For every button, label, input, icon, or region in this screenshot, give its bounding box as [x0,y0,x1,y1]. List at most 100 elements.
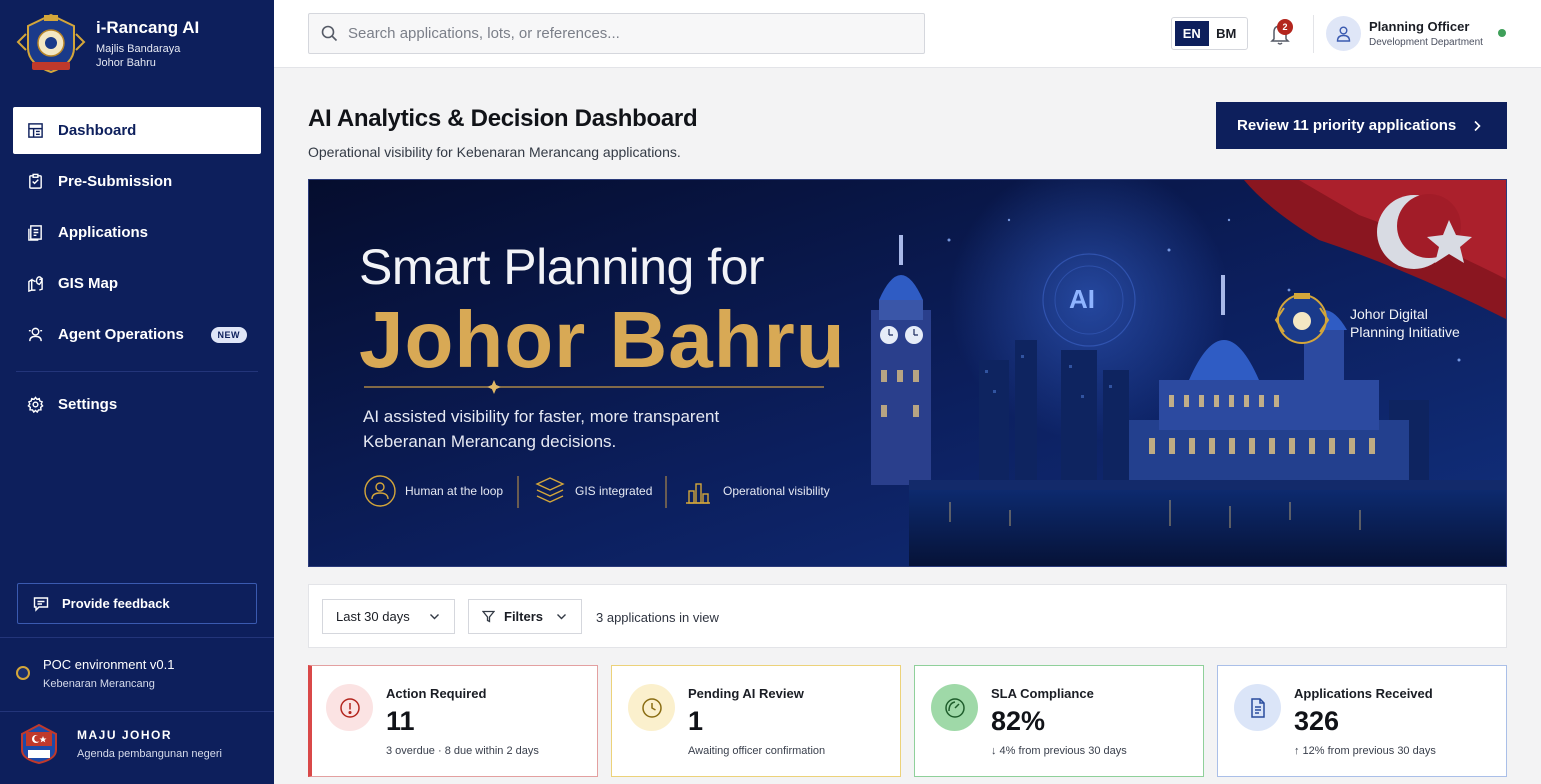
new-badge: NEW [210,326,247,343]
review-priority-label: Review 11 priority applications [1237,117,1457,134]
kpi-value: 82% [991,706,1046,736]
kpi-note: ↑ 12% from previous 30 days [1294,745,1436,757]
gauge-icon [944,697,965,718]
bar-chart-icon [686,483,710,504]
gis-layers-icon [535,477,565,503]
agent-icon [28,327,43,342]
sidebar-item-label: Pre-Submission [58,173,173,190]
app-title: i-Rancang AI [96,18,200,37]
alert-icon [339,697,360,718]
sidebar-item-applications[interactable]: Applications [13,209,261,256]
maju-subtitle: Agenda pembangunan negeri [77,748,222,760]
dashboard-icon [28,123,43,138]
kpi-icon-wrap [1234,684,1281,731]
kpi-card-applications-received[interactable]: Applications Received 326 ↑ 12% from pre… [1217,665,1507,777]
human-loop-icon [364,475,396,507]
org-name-line2: Johor Bahru [96,57,156,69]
environment-title: POC environment v0.1 [43,657,175,672]
kpi-icon-wrap [931,684,978,731]
environment-status-icon [16,666,30,680]
user-name: Planning Officer [1369,19,1470,34]
page-title: AI Analytics & Decision Dashboard [308,105,698,132]
sidebar-divider [0,637,274,638]
maju-johor-logo [21,724,57,764]
banner-headline-line1: Smart Planning for [359,239,765,295]
feature-human-loop: Human at the loop [363,474,503,508]
top-bar: EN BM 2 Planning Officer Development Dep… [274,0,1541,68]
kpi-icon-wrap [326,684,373,731]
avatar [1326,16,1361,51]
online-status-dot [1498,29,1506,37]
kpi-label: SLA Compliance [991,686,1094,701]
initiative-line2: Planning Initiative [1350,324,1460,340]
feature-label: GIS integrated [575,484,653,498]
page-subtitle: Operational visibility for Kebenaran Mer… [308,144,681,160]
sidebar-item-settings[interactable]: Settings [13,381,261,428]
org-name-line1: Majlis Bandaraya [96,43,181,55]
topbar-divider [1313,15,1314,53]
lang-en-button[interactable]: EN [1175,21,1209,46]
banner-description: AI assisted visibility for faster, more … [363,407,720,451]
filter-bar: Last 30 days Filters 3 applications in v… [308,584,1507,648]
sidebar-divider [0,711,274,712]
kpi-card-pending-ai-review[interactable]: Pending AI Review 1 Awaiting officer con… [611,665,901,777]
kpi-value: 1 [688,706,704,736]
feedback-label: Provide feedback [62,596,170,611]
review-priority-button[interactable]: Review 11 priority applications [1216,102,1507,149]
brand: i-Rancang AI Majlis Bandaraya Johor Bahr… [16,12,199,74]
kpi-card-sla-compliance[interactable]: SLA Compliance 82% ↓ 4% from previous 30… [914,665,1204,777]
feature-label: Operational visibility [723,484,830,498]
sidebar-item-label: Agent Operations [58,326,184,343]
chevron-right-icon [1474,120,1481,131]
clipboard-icon [29,173,42,189]
initiative-label: Johor Digital Planning Initiative [1350,305,1480,341]
maju-title: MAJU JOHOR [77,728,173,742]
document-icon [1250,697,1265,718]
kpi-icon-wrap [628,684,675,731]
kpi-value: 11 [386,706,415,736]
kpi-note: ↓ 4% from previous 30 days [991,745,1127,757]
search-bar[interactable] [308,13,925,54]
kpi-note: 3 overdue · 8 due within 2 days [386,745,539,757]
user-department: Development Department [1369,37,1483,48]
nav-divider [16,371,258,372]
hero-banner: Smart Planning for Johor Bahru AI assist… [308,179,1507,567]
user-menu[interactable]: Planning Officer Development Department [1326,16,1483,51]
date-range-select[interactable]: Last 30 days [322,599,455,634]
filters-button[interactable]: Filters [468,599,582,634]
sidebar-item-label: Settings [58,396,118,413]
sidebar-item-gis-map[interactable]: GIS Map [13,260,261,307]
clock-icon [641,697,662,718]
feature-gis: GIS integrated [533,474,652,508]
sidebar-item-dashboard[interactable]: Dashboard [13,107,261,154]
applications-count: 3 applications in view [596,610,719,625]
sidebar: i-Rancang AI Majlis Bandaraya Johor Bahr… [0,0,274,784]
sidebar-item-pre-submission[interactable]: Pre-Submission [13,158,261,205]
sidebar-item-label: Applications [58,224,149,241]
kpi-label: Applications Received [1294,686,1433,701]
kpi-card-action-required[interactable]: Action Required 11 3 overdue · 8 due wit… [308,665,598,777]
search-icon [321,25,338,42]
maju-johor: MAJU JOHOR Agenda pembangunan negeri [20,724,222,764]
gear-icon [27,396,44,413]
user-icon [1336,26,1351,42]
sidebar-item-label: GIS Map [58,275,119,292]
kpi-label: Pending AI Review [688,686,804,701]
filter-icon [482,610,495,623]
documents-icon [28,225,42,241]
sidebar-item-agent-operations[interactable]: Agent Operations NEW [13,311,261,358]
ai-badge: AI [1069,284,1095,314]
chevron-down-icon [430,614,439,620]
map-icon [28,276,43,292]
notification-count-badge: 2 [1277,19,1293,35]
feature-visibility: Operational visibility [681,474,830,508]
search-input[interactable] [348,25,908,42]
feedback-icon [33,596,49,612]
chevron-down-icon [557,614,566,620]
kpi-value: 326 [1294,706,1340,736]
lang-bm-button[interactable]: BM [1209,26,1244,41]
sidebar-nav: Dashboard Pre-Submission Applications GI… [13,107,261,432]
filters-label: Filters [504,609,544,624]
initiative-line1: Johor Digital [1350,306,1428,322]
provide-feedback-button[interactable]: Provide feedback [17,583,257,624]
